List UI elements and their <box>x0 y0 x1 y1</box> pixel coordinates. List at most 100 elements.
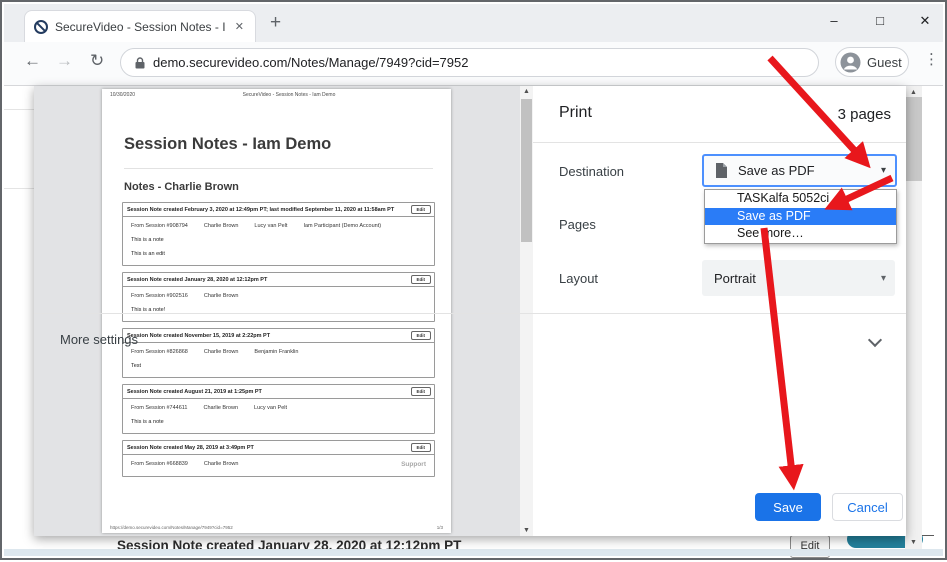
destination-option[interactable]: TASKalfa 5052ci <box>705 190 896 208</box>
note-edit-button[interactable]: Edit <box>411 387 432 396</box>
scroll-up-icon[interactable]: ▲ <box>905 89 922 96</box>
window-scrollbar[interactable]: ▲ ▼ <box>905 86 922 549</box>
layout-value: Portrait <box>714 271 756 286</box>
note-header: Session Note created February 3, 2020 at… <box>123 203 434 217</box>
lock-icon <box>135 57 145 69</box>
note-meta-item: Charlie Brown <box>204 293 239 299</box>
note-meta-item: Charlie Brown <box>204 223 239 229</box>
pages-label: Pages <box>559 217 596 232</box>
behind-divider <box>4 109 38 110</box>
note-meta-row: From Session #908794 Charlie Brown Lucy va… <box>123 217 434 229</box>
sheet-header: 10/30/2020 SecureVideo - Session Notes -… <box>110 92 443 98</box>
select-caret-icon: ▾ <box>881 273 886 284</box>
scrollbar-thumb[interactable] <box>905 97 922 181</box>
note-header: Session Note created August 21, 2019 at … <box>123 385 434 399</box>
close-icon[interactable]: ✕ <box>910 13 940 29</box>
browser-toolbar: ← → ↻ demo.securevideo.com/Notes/Manage/… <box>4 42 943 86</box>
note-meta-item: From Session #902516 <box>131 293 188 299</box>
note-meta-item: Lucy van Pelt <box>254 405 287 411</box>
section-divider <box>34 313 906 314</box>
destination-select[interactable]: Save as PDF ▾ <box>702 154 897 187</box>
note-meta-row: From Session #668839 Charlie Brown Support <box>123 455 434 468</box>
note-meta-row: From Session #744611 Charlie Brown Lucy va… <box>123 399 434 411</box>
save-button[interactable]: Save <box>755 493 821 521</box>
note-header: Session Note created January 28, 2020 at… <box>123 273 434 287</box>
minimize-icon[interactable]: – <box>819 13 849 28</box>
destination-option[interactable]: See more… <box>705 225 896 243</box>
preview-scrollbar[interactable]: ▲ ▼ <box>520 86 533 536</box>
note-card: Session Note created May 28, 2019 at 3:4… <box>122 440 435 477</box>
note-card: Session Note created August 21, 2019 at … <box>122 384 435 434</box>
bottom-strip <box>4 549 943 556</box>
more-settings-row[interactable]: More settings <box>34 322 906 358</box>
note-edit-button[interactable]: Edit <box>411 443 432 452</box>
sheet-doc-title: SecureVideo - Session Notes - Iam Demo <box>135 92 443 98</box>
browser-menu-icon[interactable]: ⋮ <box>924 50 939 68</box>
note-body-line: This is a note <box>123 411 434 425</box>
destination-option[interactable]: Save as PDF <box>705 208 896 226</box>
profile-chip[interactable]: Guest <box>835 47 909 77</box>
scroll-down-icon[interactable]: ▼ <box>520 527 533 534</box>
cancel-button[interactable]: Cancel <box>832 493 903 521</box>
chevron-down-icon <box>868 333 882 347</box>
document-icon <box>715 163 728 178</box>
browser-window: SecureVideo - Session Notes - Ia ✕ + – □… <box>0 0 947 560</box>
note-header: Session Note created May 28, 2019 at 3:4… <box>123 441 434 455</box>
print-dialog-title: Print <box>559 104 592 122</box>
note-meta-item: From Session #908794 <box>131 223 188 229</box>
refresh-icon[interactable]: ↻ <box>90 51 104 71</box>
note-title: Session Note created January 28, 2020 at… <box>127 277 411 283</box>
note-meta-item: Iam Participant (Demo Account) <box>303 223 381 229</box>
tab-close-icon[interactable]: ✕ <box>232 19 247 34</box>
scroll-down-icon[interactable]: ▼ <box>905 539 922 546</box>
note-body-line: This is a note! <box>123 299 434 313</box>
url-text: demo.securevideo.com/Notes/Manage/7949?c… <box>153 55 468 70</box>
page-title: Session Notes - Iam Demo <box>124 135 331 154</box>
note-meta-item: From Session #668839 <box>131 461 188 468</box>
preview-sheet: 10/30/2020 SecureVideo - Session Notes -… <box>102 89 451 533</box>
print-dialog: 10/30/2020 SecureVideo - Session Notes -… <box>34 86 906 536</box>
sheet-date: 10/30/2020 <box>110 92 135 98</box>
maximize-icon[interactable]: □ <box>865 13 895 28</box>
pages-count: 3 pages <box>838 106 891 123</box>
note-meta-item: Charlie Brown <box>203 405 238 411</box>
footer-page-number: 1/3 <box>437 525 443 530</box>
note-card: Session Note created January 28, 2020 at… <box>122 272 435 322</box>
tab-title: SecureVideo - Session Notes - Ia <box>55 20 226 34</box>
layout-label: Layout <box>559 271 598 286</box>
destination-value: Save as PDF <box>738 163 815 178</box>
title-divider <box>124 168 433 169</box>
destination-dropdown: TASKalfa 5052ciSave as PDFSee more… <box>704 189 897 244</box>
header-divider <box>533 142 906 143</box>
back-icon[interactable]: ← <box>24 51 41 71</box>
section-title: Notes - Charlie Brown <box>124 181 239 193</box>
note-title: Session Note created August 21, 2019 at … <box>127 389 411 395</box>
browser-tab[interactable]: SecureVideo - Session Notes - Ia ✕ <box>24 10 256 42</box>
print-preview-area: 10/30/2020 SecureVideo - Session Notes -… <box>34 86 520 536</box>
avatar-icon <box>840 52 861 73</box>
note-meta-item: Lucy van Pelt <box>254 223 287 229</box>
securevideo-favicon-icon <box>33 19 49 35</box>
note-meta-row: From Session #902516 Charlie Brown <box>123 287 434 299</box>
more-settings-label: More settings <box>60 332 138 347</box>
support-label: Support <box>401 461 426 468</box>
footer-url: https://demo.securevideo.com/Notes/Manag… <box>110 525 233 530</box>
forward-icon[interactable]: → <box>56 51 73 71</box>
note-edit-button[interactable]: Edit <box>411 205 432 214</box>
note-card: Session Note created February 3, 2020 at… <box>122 202 435 266</box>
note-edit-button[interactable]: Edit <box>411 275 432 284</box>
layout-select[interactable]: Portrait ▾ <box>702 260 895 296</box>
new-tab-icon[interactable]: + <box>270 10 281 36</box>
sheet-footer: https://demo.securevideo.com/Notes/Manag… <box>110 525 443 530</box>
address-bar[interactable]: demo.securevideo.com/Notes/Manage/7949?c… <box>120 48 819 77</box>
select-caret-icon: ▾ <box>881 165 886 176</box>
note-title: Session Note created February 3, 2020 at… <box>127 207 411 213</box>
scroll-up-icon[interactable]: ▲ <box>520 88 533 95</box>
note-body-line: This is a note <box>123 229 434 243</box>
note-meta-item: Charlie Brown <box>204 461 239 468</box>
destination-label: Destination <box>559 164 624 179</box>
note-meta-item: From Session #744611 <box>131 405 187 411</box>
preview-scrollbar-thumb[interactable] <box>521 99 532 242</box>
profile-name: Guest <box>867 55 902 70</box>
note-body-line: This is an edit <box>123 243 434 257</box>
